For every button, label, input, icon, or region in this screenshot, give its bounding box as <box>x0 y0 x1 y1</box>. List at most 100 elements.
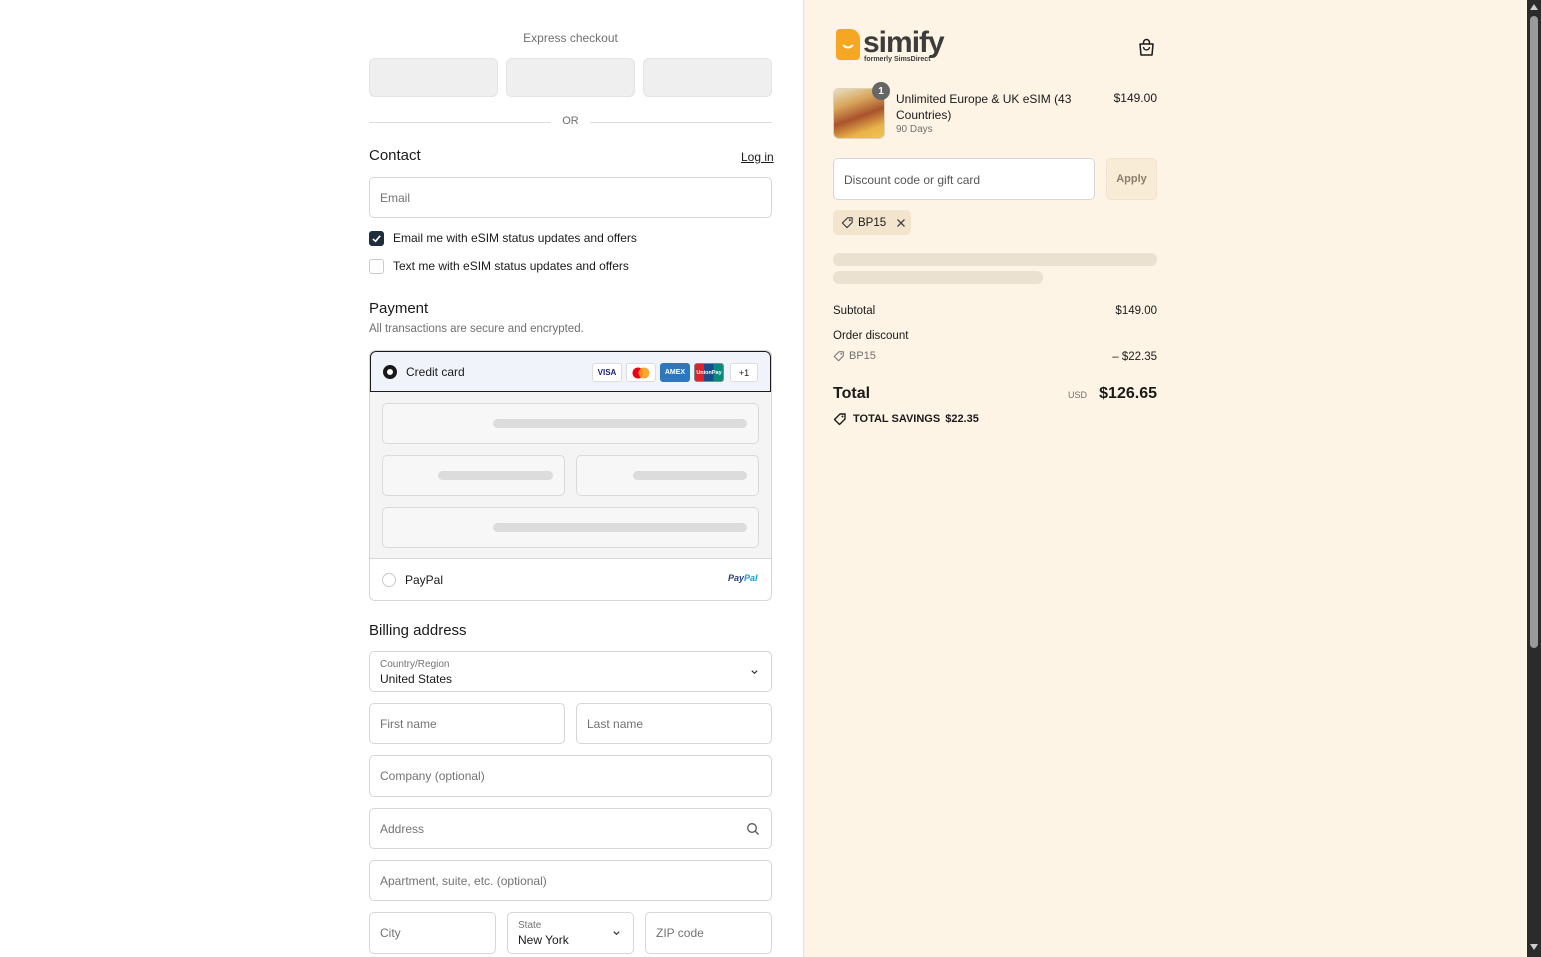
express-checkout-title: Express checkout <box>523 31 618 45</box>
product-name: Unlimited Europe & UK eSIM (43 Countries… <box>896 92 1072 122</box>
discount-code-row: BP15 <box>833 350 876 362</box>
more-cards-badge: +1 <box>730 363 758 382</box>
state-select[interactable]: State New York <box>507 912 634 954</box>
logo-wordmark: simify <box>863 26 945 59</box>
text-optin-label: Text me with eSIM status updates and off… <box>393 259 629 273</box>
expiry-field[interactable] <box>382 455 565 496</box>
chevron-down-icon <box>613 931 620 936</box>
last-name-placeholder: Last name <box>587 716 644 731</box>
scrollbar[interactable] <box>1527 0 1541 957</box>
text-optin-row[interactable]: Text me with eSIM status updates and off… <box>369 258 629 274</box>
country-label: Country/Region <box>380 659 450 670</box>
loading-bar <box>438 471 553 480</box>
payment-subtitle: All transactions are secure and encrypte… <box>369 323 584 335</box>
zip-field[interactable]: ZIP code <box>645 912 772 954</box>
state-label: State <box>518 920 542 931</box>
checkmark-icon <box>372 234 381 242</box>
paypal-label[interactable]: PayPal <box>405 573 443 587</box>
credit-card-option[interactable]: Credit card VISA AMEX UnionPay +1 <box>370 351 771 392</box>
simify-logo[interactable]: simify formerly SimsDirect <box>836 26 946 67</box>
total-savings: TOTAL SAVINGS $22.35 <box>833 412 979 426</box>
discount-amount: – $22.35 <box>1112 351 1157 363</box>
paypal-radio[interactable] <box>382 573 396 587</box>
visa-icon: VISA <box>592 363 622 382</box>
payment-heading: Payment <box>369 300 429 317</box>
security-code-field[interactable] <box>576 455 759 496</box>
country-select[interactable]: Country/Region United States <box>369 651 772 692</box>
chevron-down-icon <box>751 669 758 674</box>
order-discount-label: Order discount <box>833 330 909 342</box>
scroll-down-arrow[interactable] <box>1530 944 1538 950</box>
mastercard-circles <box>632 367 650 378</box>
email-field[interactable]: Email <box>369 177 772 218</box>
amex-icon: AMEX <box>660 363 690 382</box>
card-number-field[interactable] <box>382 403 759 444</box>
unionpay-icon: UnionPay <box>694 363 724 382</box>
address-field[interactable]: Address <box>369 808 772 849</box>
order-summary-column <box>803 0 1527 957</box>
credit-card-label: Credit card <box>406 365 465 379</box>
billing-heading: Billing address <box>369 622 467 639</box>
payment-methods: Credit card VISA AMEX UnionPay +1 PayPal… <box>369 350 772 601</box>
loading-bar <box>493 523 747 532</box>
loading-bar <box>493 419 747 428</box>
email-placeholder: Email <box>380 190 411 205</box>
product-price: $149.00 <box>1113 91 1157 105</box>
last-name-field[interactable]: Last name <box>576 703 772 744</box>
email-optin-checkbox[interactable] <box>369 230 384 246</box>
first-name-placeholder: First name <box>380 716 437 731</box>
discount-placeholder: Discount code or gift card <box>844 173 981 187</box>
discount-code-text: BP15 <box>849 350 876 362</box>
first-name-field[interactable]: First name <box>369 703 565 744</box>
tag-icon <box>833 413 846 426</box>
paypal-logo-pal: Pal <box>744 573 758 583</box>
scroll-up-arrow[interactable] <box>1530 4 1538 10</box>
logo-mark <box>836 29 860 60</box>
savings-amount: $22.35 <box>945 413 979 425</box>
express-pay-button-3[interactable] <box>643 58 772 97</box>
smile-icon <box>842 44 854 49</box>
total-value: $126.65 <box>1099 385 1157 402</box>
search-icon <box>747 823 759 835</box>
apply-discount-button[interactable]: Apply <box>1106 158 1157 200</box>
express-pay-button-2[interactable] <box>506 58 635 97</box>
login-link[interactable]: Log in <box>741 150 774 164</box>
subtotal-label: Subtotal <box>833 305 876 317</box>
savings-label: TOTAL SAVINGS <box>853 413 941 425</box>
scrollbar-thumb[interactable] <box>1530 16 1538 648</box>
total-label: Total <box>833 385 871 402</box>
country-value: United States <box>380 672 453 686</box>
city-placeholder: City <box>380 926 401 940</box>
city-field[interactable]: City <box>369 912 496 954</box>
loading-bar <box>633 471 747 480</box>
credit-card-fields-loading <box>370 392 771 559</box>
loading-bar <box>833 253 1157 266</box>
address-placeholder: Address <box>380 821 425 836</box>
mastercard-icon <box>626 363 656 382</box>
close-icon[interactable] <box>896 218 906 228</box>
email-optin-label: Email me with eSIM status updates and of… <box>393 231 637 245</box>
checkout-form-column: Express checkout OR Contact Log in Email… <box>0 0 803 957</box>
express-pay-button-1[interactable] <box>369 58 498 97</box>
or-text: OR <box>562 115 579 127</box>
text-optin-checkbox[interactable] <box>369 258 384 274</box>
email-optin-row[interactable]: Email me with eSIM status updates and of… <box>369 230 637 246</box>
name-on-card-field[interactable] <box>382 507 759 548</box>
total-currency: USD <box>1068 390 1088 400</box>
credit-card-radio[interactable] <box>383 365 397 379</box>
loading-bar <box>833 271 1043 284</box>
apartment-placeholder: Apartment, suite, etc. (optional) <box>380 873 547 888</box>
paypal-logo-pay: Pay <box>728 573 745 583</box>
subtotal-value: $149.00 <box>1115 305 1157 317</box>
shopping-bag-icon[interactable] <box>1138 38 1155 57</box>
state-value: New York <box>518 933 569 947</box>
company-field[interactable]: Company (optional) <box>369 755 772 797</box>
apartment-field[interactable]: Apartment, suite, etc. (optional) <box>369 860 772 901</box>
paypal-logo: PayPal <box>728 573 758 583</box>
zip-placeholder: ZIP code <box>656 926 704 940</box>
quantity-badge: 1 <box>872 82 890 100</box>
tag-icon <box>833 351 844 362</box>
logo-tagline: formerly SimsDirect <box>864 56 931 63</box>
discount-code-input[interactable]: Discount code or gift card <box>833 158 1095 200</box>
product-variant: 90 Days <box>896 124 933 135</box>
